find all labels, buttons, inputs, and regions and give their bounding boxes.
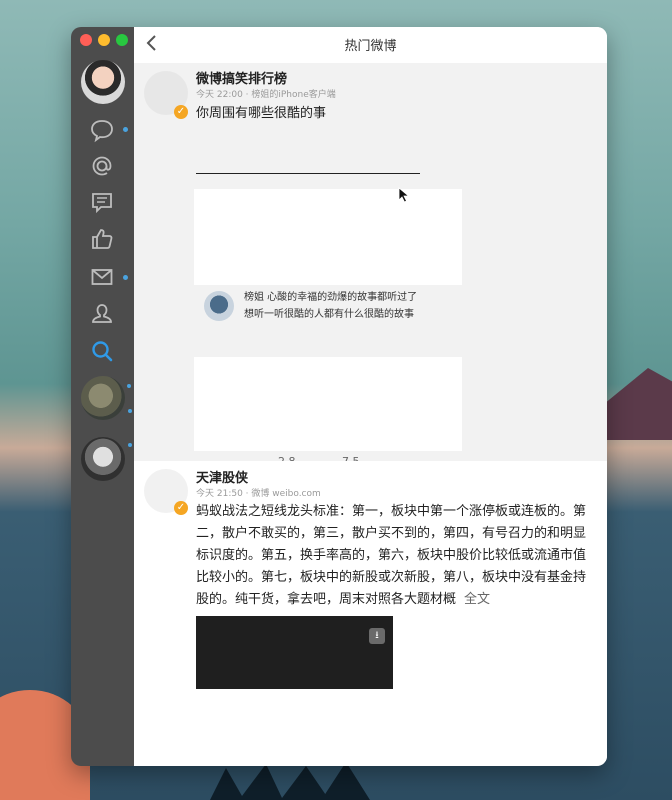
- thumbs-up-icon[interactable]: [89, 226, 115, 252]
- weibo-post[interactable]: ✓ 微博搞笑排行榜 今天 22:00 · 榜姐的iPhone客户端 你周围有哪些…: [134, 63, 607, 483]
- minimize-window-button[interactable]: [98, 34, 110, 46]
- quote-text: 榜姐 心酸的幸福的劲爆的故事都听过了 想听一听很酷的人都有什么很酷的故事: [244, 292, 418, 320]
- friend-1-unread-dot: [127, 384, 131, 388]
- title-bar: 热门微博: [134, 27, 607, 59]
- friend-avatar-1[interactable]: [81, 376, 125, 420]
- wallpaper-plants: [210, 762, 370, 800]
- post-divider-line: [196, 173, 420, 174]
- post-author-name[interactable]: 天津股侠: [196, 467, 248, 486]
- quoted-comment[interactable]: 榜姐 心酸的幸福的劲爆的故事都听过了 想听一听很酷的人都有什么很酷的故事: [196, 289, 418, 343]
- messages-unread-dot: [123, 127, 128, 132]
- page-title: 热门微博: [344, 39, 397, 54]
- chat-bubble-icon[interactable]: [89, 117, 115, 143]
- person-icon[interactable]: [89, 301, 115, 327]
- mail-unread-dot: [123, 275, 128, 280]
- post-meta: 今天 21:50 · 微博 weibo.com: [196, 489, 321, 499]
- post-meta: 今天 22:00 · 榜姐的iPhone客户端: [196, 90, 336, 100]
- zoom-window-button[interactable]: [116, 34, 128, 46]
- post-image-bottom[interactable]: [194, 357, 462, 451]
- friend-2-unread-dot: [128, 443, 132, 447]
- download-icon[interactable]: ⭳: [369, 628, 385, 644]
- verified-badge-icon: ✓: [174, 105, 188, 119]
- weibo-post[interactable]: ✓ 天津股侠 今天 21:50 · 微博 weibo.com 蚂蚁战法之短线龙头…: [134, 461, 607, 761]
- friend-avatar-2[interactable]: [81, 437, 125, 481]
- mouse-cursor-icon: [398, 187, 410, 203]
- expand-full-text-link[interactable]: 全文: [464, 592, 490, 607]
- main-panel: 热门微博 ✓ 微博搞笑排行榜 今天 22:00 · 榜姐的iPhone客户端 你…: [134, 27, 607, 766]
- close-window-button[interactable]: [80, 34, 92, 46]
- post-image-top[interactable]: [194, 189, 462, 285]
- post-text: 蚂蚁战法之短线龙头标准：第一，板块中第一个涨停板或连板的。第二，散户不敢买的，第…: [196, 501, 596, 611]
- post-text: 你周围有哪些很酷的事: [196, 106, 327, 121]
- weibo-window: 热门微博 ✓ 微博搞笑排行榜 今天 22:00 · 榜姐的iPhone客户端 你…: [71, 27, 607, 766]
- search-icon[interactable]: [89, 338, 115, 364]
- friend-1-unread-dot-2: [128, 409, 132, 413]
- comment-icon[interactable]: [89, 189, 115, 215]
- post-author-name[interactable]: 微博搞笑排行榜: [196, 68, 287, 87]
- sidebar: [71, 27, 134, 766]
- quote-avatar: [204, 291, 234, 321]
- my-avatar[interactable]: [81, 60, 125, 104]
- verified-badge-icon: ✓: [174, 501, 188, 515]
- at-icon[interactable]: [89, 153, 115, 179]
- post-body: 蚂蚁战法之短线龙头标准：第一，板块中第一个涨停板或连板的。第二，散户不敢买的，第…: [196, 504, 587, 607]
- post-video-thumbnail[interactable]: ⭳: [196, 616, 393, 689]
- mail-icon[interactable]: [89, 264, 115, 290]
- feed-list: ✓ 微博搞笑排行榜 今天 22:00 · 榜姐的iPhone客户端 你周围有哪些…: [134, 63, 607, 761]
